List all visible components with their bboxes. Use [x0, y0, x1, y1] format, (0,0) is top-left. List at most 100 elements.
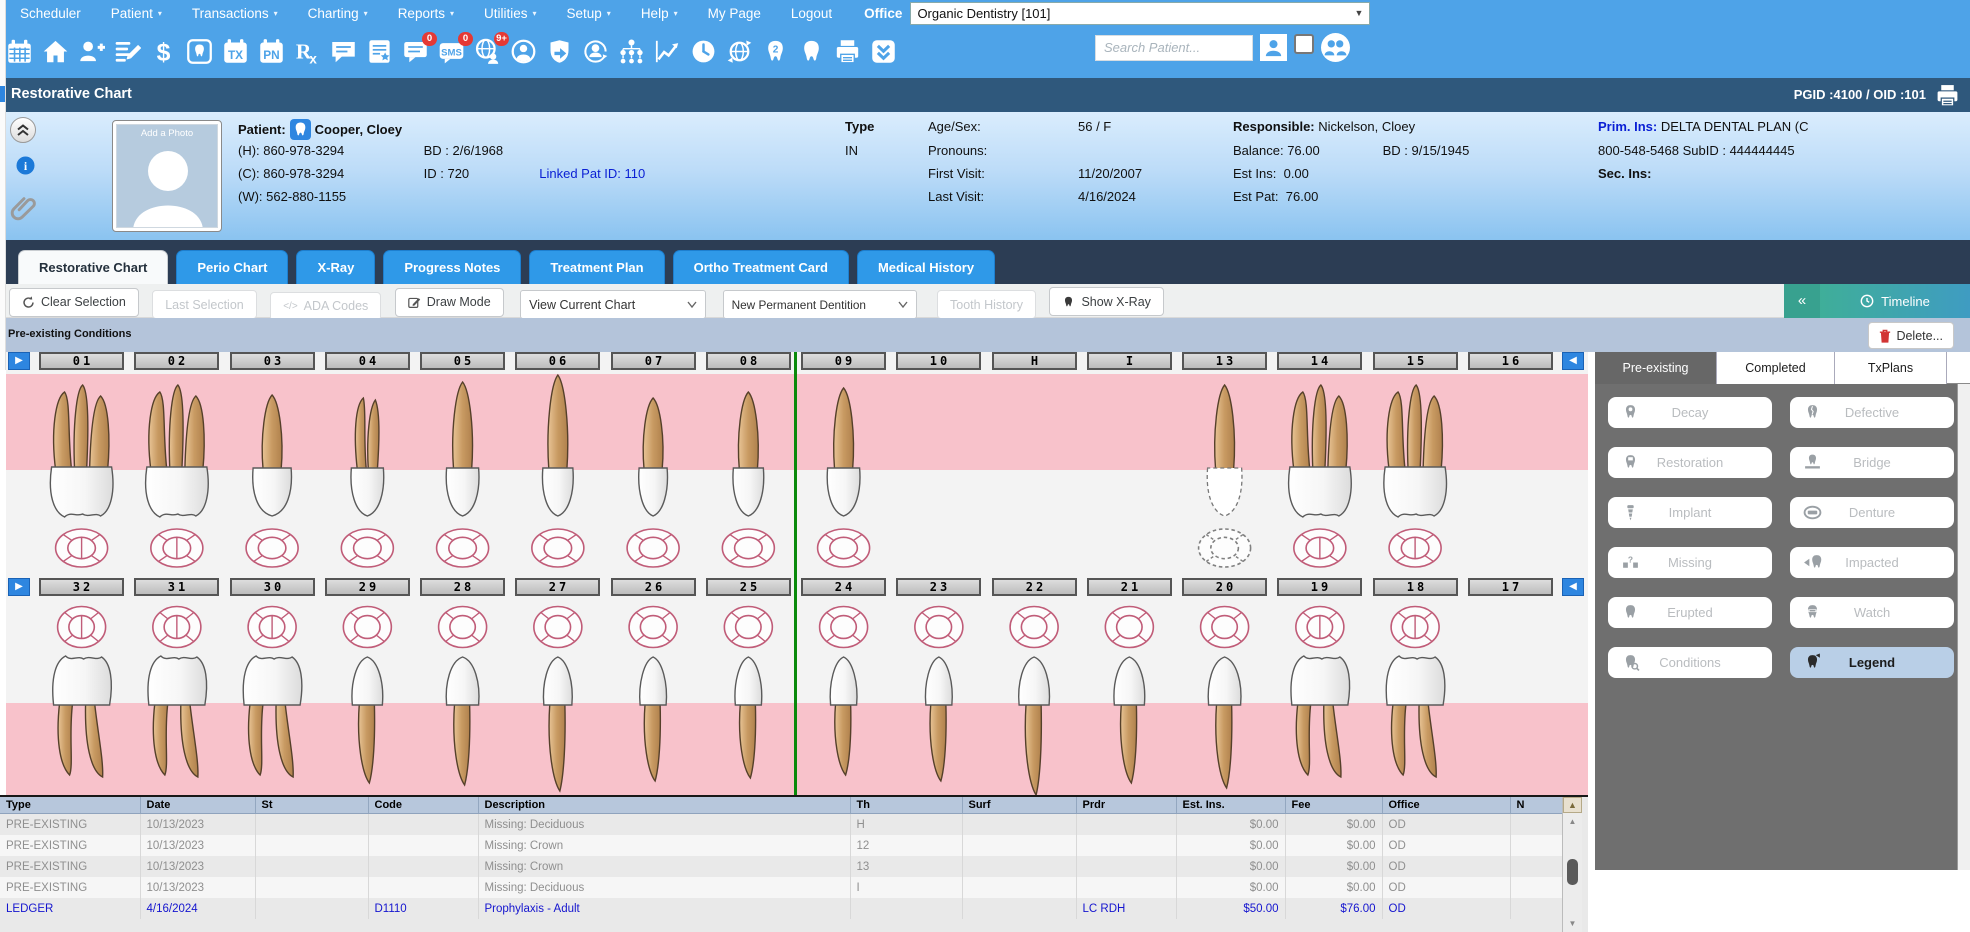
- tooth-number-button-27[interactable]: 27: [515, 578, 600, 596]
- grid-row[interactable]: LEDGER4/16/2024D1110Prophylaxis - AdultL…: [0, 898, 1562, 919]
- tooth-occlusal-22[interactable]: [1010, 607, 1058, 648]
- printer-icon[interactable]: [834, 38, 861, 65]
- globe-sync-icon[interactable]: [726, 38, 753, 65]
- menu-scheduler[interactable]: Scheduler: [20, 6, 81, 21]
- tooth-history-button[interactable]: Tooth History: [937, 290, 1036, 319]
- tooth-number-button-23[interactable]: 23: [896, 578, 981, 596]
- grid-col-office[interactable]: Office: [1382, 797, 1510, 814]
- tooth-occlusal-27[interactable]: [534, 607, 582, 648]
- tooth-occlusal-05[interactable]: [437, 529, 489, 567]
- grid-col-th[interactable]: Th: [850, 797, 962, 814]
- menu-setup[interactable]: Setup▾: [567, 6, 611, 21]
- tooth-occlusal-28[interactable]: [439, 607, 487, 648]
- scroll-thumb[interactable]: [1567, 859, 1578, 885]
- calendar-icon[interactable]: [6, 38, 33, 65]
- tooth-occlusal-29[interactable]: [343, 607, 391, 648]
- trend-chart-icon[interactable]: [654, 38, 681, 65]
- tooth-number-button-I[interactable]: I: [1087, 352, 1172, 370]
- side-button-watch[interactable]: Watch: [1790, 597, 1954, 628]
- menu-reports[interactable]: Reports▾: [398, 6, 454, 21]
- tooth-number-button-28[interactable]: 28: [420, 578, 505, 596]
- tooth-occlusal-03[interactable]: [246, 529, 298, 567]
- sms-icon[interactable]: SMS0: [438, 38, 465, 65]
- grid-col-date[interactable]: Date: [140, 797, 255, 814]
- side-button-erupted[interactable]: Erupted: [1608, 597, 1772, 628]
- menu-utilities[interactable]: Utilities▾: [484, 6, 537, 21]
- tooth-number-button-H[interactable]: H: [992, 352, 1077, 370]
- side-button-implant[interactable]: Implant: [1608, 497, 1772, 528]
- tooth-02[interactable]: [146, 385, 209, 517]
- attachment-button[interactable]: [9, 194, 39, 231]
- patient-photo[interactable]: Add a Photo: [112, 120, 222, 232]
- grid-col-n[interactable]: N: [1510, 797, 1562, 814]
- tooth-occlusal-06[interactable]: [532, 529, 584, 567]
- org-chart-icon[interactable]: [618, 38, 645, 65]
- tab-treatment-plan[interactable]: Treatment Plan: [529, 250, 664, 284]
- side-button-missing[interactable]: ?Missing: [1608, 547, 1772, 578]
- globe-user-icon[interactable]: 9+: [474, 38, 501, 65]
- last-selection-button[interactable]: Last Selection: [152, 290, 257, 319]
- grid-col-st[interactable]: St: [255, 797, 368, 814]
- linked-pat-id-link[interactable]: Linked Pat ID: 110: [539, 166, 645, 181]
- search-checkbox[interactable]: [1294, 34, 1314, 54]
- tooth-14[interactable]: [1289, 385, 1352, 517]
- menu-transactions[interactable]: Transactions▾: [192, 6, 278, 21]
- side-button-restoration[interactable]: Restoration: [1608, 447, 1772, 478]
- dollar-icon[interactable]: $: [150, 38, 177, 65]
- tooth-occlusal-23[interactable]: [915, 607, 963, 648]
- tooth-occlusal-21[interactable]: [1105, 607, 1153, 648]
- tooth-occlusal-32[interactable]: [58, 607, 106, 648]
- tooth-number-button-21[interactable]: 21: [1087, 578, 1172, 596]
- tab-x-ray[interactable]: X-Ray: [296, 250, 375, 284]
- grid-col-prdr[interactable]: Prdr: [1076, 797, 1176, 814]
- tooth-occlusal-04[interactable]: [341, 529, 393, 567]
- tooth-occlusal-01[interactable]: [56, 529, 108, 567]
- tooth-icon[interactable]: [798, 38, 825, 65]
- side-button-denture[interactable]: Denture: [1790, 497, 1954, 528]
- tooth-number-button-29[interactable]: 29: [325, 578, 410, 596]
- tooth-number-button-17[interactable]: 17: [1468, 578, 1553, 596]
- tooth-15[interactable]: [1384, 385, 1447, 517]
- clock-icon[interactable]: [690, 38, 717, 65]
- grid-scroll-top-icon[interactable]: ▲: [1563, 797, 1582, 813]
- grid-row[interactable]: PRE-EXISTING10/13/2023Missing: Crown12$0…: [0, 835, 1562, 856]
- draw-mode-button[interactable]: Draw Mode: [395, 288, 504, 317]
- tooth-number-button-06[interactable]: 06: [515, 352, 600, 370]
- tooth-occlusal-25[interactable]: [724, 607, 772, 648]
- tooth-01[interactable]: [50, 385, 113, 517]
- tooth-number-button-22[interactable]: 22: [992, 578, 1077, 596]
- left-collapse-strip[interactable]: [0, 0, 6, 370]
- tooth-number-button-03[interactable]: 03: [230, 352, 315, 370]
- timeline-button[interactable]: Timeline: [1820, 284, 1970, 318]
- menu-charting[interactable]: Charting▾: [308, 6, 368, 21]
- menu-patient[interactable]: Patient▾: [111, 6, 162, 21]
- tooth-occlusal-19[interactable]: [1296, 607, 1344, 648]
- tooth-occlusal-14[interactable]: [1294, 529, 1346, 567]
- grid-scrollbar[interactable]: ▲ ▲ ▼: [1562, 797, 1582, 932]
- tooth-occlusal-20[interactable]: [1201, 607, 1249, 648]
- tooth-number-button-07[interactable]: 07: [611, 352, 696, 370]
- side-button-conditions[interactable]: Conditions: [1608, 647, 1772, 678]
- tooth-2-icon[interactable]: 2: [762, 38, 789, 65]
- tooth-number-button-31[interactable]: 31: [134, 578, 219, 596]
- arch-select-right-button[interactable]: ◀: [1562, 578, 1584, 596]
- view-chart-select[interactable]: View Current Chart: [520, 290, 706, 319]
- dentition-select[interactable]: New Permanent Dentition: [723, 290, 917, 319]
- tab-perio-chart[interactable]: Perio Chart: [176, 250, 288, 284]
- tooth-number-button-26[interactable]: 26: [611, 578, 696, 596]
- tooth-number-button-18[interactable]: 18: [1373, 578, 1458, 596]
- tab-medical-history[interactable]: Medical History: [857, 250, 995, 284]
- tab-ortho-treatment-card[interactable]: Ortho Treatment Card: [673, 250, 849, 284]
- tooth-occlusal-15[interactable]: [1389, 529, 1441, 567]
- grid-row[interactable]: PRE-EXISTING10/13/2023Missing: Deciduous…: [0, 877, 1562, 898]
- grid-col-type[interactable]: Type: [0, 797, 140, 814]
- arch-select-left-button[interactable]: ▶: [8, 578, 30, 596]
- tooth-number-button-30[interactable]: 30: [230, 578, 315, 596]
- print-icon[interactable]: [1935, 83, 1960, 113]
- clear-selection-button[interactable]: Clear Selection: [9, 288, 139, 317]
- tooth-number-button-08[interactable]: 08: [706, 352, 791, 370]
- calendar-pn-icon[interactable]: PN: [258, 38, 285, 65]
- chat-bubble-icon[interactable]: [330, 38, 357, 65]
- patient-tooth-icon[interactable]: [290, 119, 311, 140]
- delete-button[interactable]: Delete...: [1868, 322, 1954, 349]
